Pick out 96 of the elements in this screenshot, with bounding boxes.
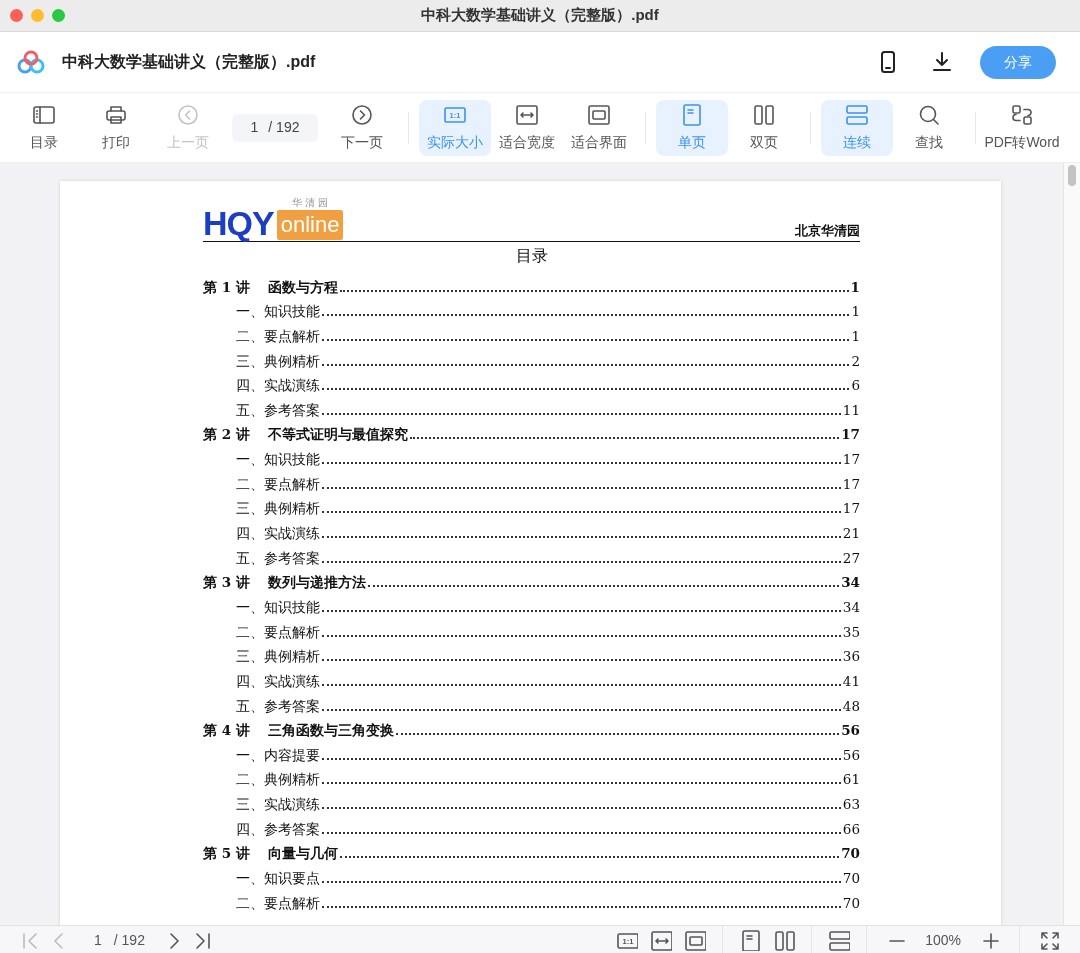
logo-tagline: 华 清 园: [290, 196, 330, 210]
section-title: 一、知识技能: [236, 302, 320, 321]
file-name: 中科大数学基础讲义（完整版）.pdf: [62, 52, 316, 72]
toc-title: 目录: [514, 246, 549, 266]
section-title: 一、内容提要: [236, 745, 320, 764]
chapter-number: 第 4 讲: [203, 721, 250, 740]
page-number: 34: [842, 597, 860, 616]
previous-page-icon: [176, 102, 200, 127]
section-title: 五、参考答案: [236, 696, 320, 715]
chapter-title: 向量与几何: [267, 844, 338, 863]
page-number: 1: [851, 326, 860, 345]
page-number: 21: [842, 524, 860, 543]
section-title: 一、知识要点: [236, 869, 320, 887]
page-number: 48: [842, 696, 860, 715]
section-title: 五、参考答案: [236, 548, 320, 567]
section-title: 四、参考答案: [236, 819, 320, 838]
scrollbar-thumb[interactable]: [1068, 165, 1076, 186]
page-number: 27: [842, 548, 860, 567]
page-number-field[interactable]: 1: [94, 929, 102, 951]
page-number: 17: [842, 474, 860, 493]
fit-width-icon[interactable]: [650, 929, 673, 951]
section-title: 四、实战演练: [236, 671, 320, 690]
page-number: 34: [841, 573, 860, 592]
continuous-scroll-icon[interactable]: [828, 929, 851, 951]
page-number: 1: [851, 302, 860, 321]
page-number: 61: [842, 770, 860, 789]
continuous-scroll-icon: [845, 102, 869, 127]
toolbar-button[interactable]: 目录: [8, 99, 80, 156]
header-brand: 北京华清园: [795, 221, 860, 240]
single-page-icon: [680, 102, 704, 127]
page-total: / 192: [268, 118, 300, 137]
fullscreen-icon[interactable]: [1038, 929, 1060, 951]
page-number: 1: [850, 277, 860, 296]
page-number: 2: [851, 351, 860, 370]
toolbar-button[interactable]: 双页: [728, 99, 800, 156]
page-number: 70: [842, 869, 860, 887]
section-title: 二、要点解析: [236, 622, 320, 641]
page-number: 11: [842, 400, 860, 419]
page-number: 63: [842, 795, 860, 814]
fit-width-icon: [515, 102, 539, 127]
single-page-icon[interactable]: [739, 929, 762, 951]
convert-icon: [1010, 102, 1034, 127]
page-number: 1: [250, 118, 259, 137]
toolbar-button[interactable]: 下一页: [326, 99, 398, 156]
double-page-icon: [752, 102, 776, 127]
chapter-number: 第 1 讲: [203, 277, 250, 296]
section-title: 三、典例精析: [236, 499, 320, 518]
toolbar-button[interactable]: PDF转Word: [986, 99, 1058, 156]
page-number: 70: [841, 844, 860, 863]
page-number: 35: [842, 622, 860, 641]
page-number: 56: [841, 721, 860, 740]
page-number-field[interactable]: 1 / 192: [232, 113, 318, 142]
page-number: 36: [842, 647, 860, 666]
toolbar-button[interactable]: 打印: [80, 99, 152, 156]
page-number: 6: [851, 376, 860, 395]
toolbar-button[interactable]: 适合宽度: [491, 99, 563, 156]
fit-page-icon[interactable]: [684, 929, 707, 951]
section-title: 二、要点解析: [236, 326, 320, 345]
app-logo-icon: [16, 50, 46, 74]
section-title: 一、知识技能: [236, 597, 320, 616]
toolbar-button[interactable]: 查找: [893, 99, 965, 156]
next-page-icon: [350, 102, 374, 127]
section-title: 四、实战演练: [236, 376, 320, 395]
section-title: 一、知识技能: [236, 450, 320, 469]
fit-page-icon: [587, 102, 611, 127]
logo-word: online: [276, 210, 344, 240]
page-number: 56: [842, 745, 860, 764]
download-icon[interactable]: [930, 50, 954, 74]
logo-mark: HQY: [203, 206, 274, 240]
page-number: 17: [842, 499, 860, 518]
double-page-icon[interactable]: [773, 929, 796, 951]
chapter-number: 第 3 讲: [203, 573, 250, 592]
chapter-number: 第 5 讲: [203, 844, 250, 863]
chapter-number: 第 2 讲: [203, 425, 250, 444]
page-number: 17: [842, 450, 860, 469]
chapter-title: 函数与方程: [267, 277, 338, 296]
section-title: 三、典例精析: [236, 647, 320, 666]
chapter-title: 不等式证明与最值探究: [267, 425, 408, 444]
page-total: / 192: [113, 930, 145, 950]
section-title: 三、实战演练: [236, 795, 320, 814]
section-title: 二、典例精析: [236, 770, 320, 789]
section-title: 四、实战演练: [236, 524, 320, 543]
chapter-title: 三角函数与三角变换: [267, 721, 394, 740]
chapter-title: 数列与递推方法: [267, 573, 366, 592]
page-number: 70: [842, 893, 860, 912]
page-number: 17: [841, 425, 860, 444]
close-button[interactable]: [10, 9, 23, 22]
toolbar-button[interactable]: 适合界面: [563, 99, 635, 156]
page-number: 41: [842, 671, 860, 690]
section-title: 二、要点解析: [236, 474, 320, 493]
section-title: 三、典例精析: [236, 351, 320, 370]
zoom-level: 100%: [925, 930, 961, 950]
section-title: 二、要点解析: [236, 893, 320, 912]
page-number: 66: [842, 819, 860, 838]
section-title: 五、参考答案: [236, 400, 320, 419]
window-title: 中科大数学基础讲义（完整版）.pdf: [421, 5, 659, 26]
